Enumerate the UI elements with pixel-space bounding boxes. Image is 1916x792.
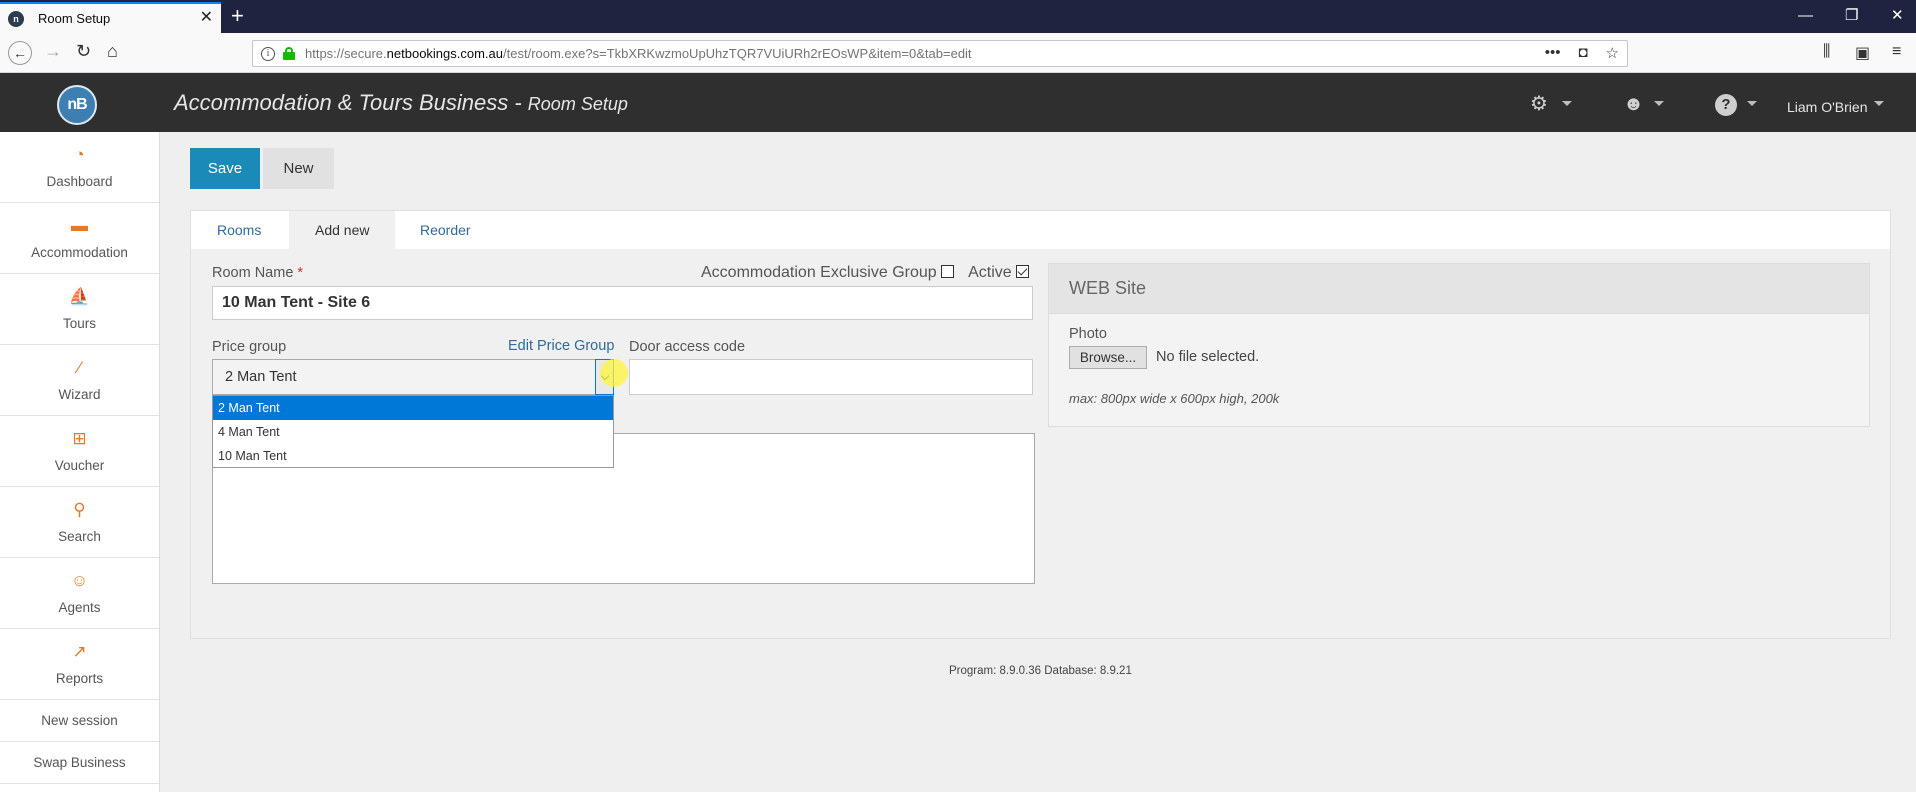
chevron-down-icon[interactable]	[1654, 101, 1664, 106]
new-button[interactable]: New	[263, 148, 334, 189]
pocket-icon[interactable]: ◘	[1578, 44, 1587, 62]
exclusive-group-label: Accommodation Exclusive Group	[701, 264, 937, 281]
bookmark-star-icon[interactable]: ☆	[1606, 44, 1619, 62]
page-name: Room Setup	[527, 94, 628, 114]
site-info-icon[interactable]: i	[261, 46, 275, 61]
door-access-label: Door access code	[629, 339, 746, 355]
sidebar-item-reports[interactable]: ↗ Reports	[0, 629, 159, 700]
browser-tab[interactable]: n Room Setup ✕	[0, 2, 221, 33]
dropdown-option[interactable]: 4 Man Tent	[213, 420, 613, 444]
price-group-label: Price group	[212, 339, 287, 355]
room-name-input[interactable]: 10 Man Tent - Site 6	[212, 286, 1033, 320]
help-icon[interactable]: ?	[1715, 94, 1737, 116]
active-checkbox[interactable]	[1015, 265, 1029, 278]
reload-icon[interactable]: ↻	[76, 41, 91, 61]
door-access-input[interactable]	[629, 359, 1033, 395]
tours-icon: ⛵	[68, 286, 91, 306]
url-bar[interactable]: i https://secure.netbookings.com.au/test…	[252, 40, 1628, 67]
magic-wand-icon: ⁄	[78, 357, 81, 377]
browse-button[interactable]: Browse...	[1069, 346, 1147, 369]
version-info: Program: 8.9.0.36 Database: 8.9.21	[949, 665, 1132, 677]
app-header: nB Accommodation & Tours Business - Room…	[0, 73, 1916, 132]
bed-icon: ▬	[71, 215, 88, 235]
sidebar-item-agents[interactable]: ☺ Agents	[0, 558, 159, 629]
sidebar-toggle-icon[interactable]: ▣	[1855, 43, 1870, 63]
price-group-select[interactable]: 2 Man Tent	[212, 359, 614, 395]
sidebar-item-dashboard[interactable]: ◔ Dashboard	[0, 132, 159, 203]
new-session-link[interactable]: New session	[0, 700, 159, 742]
menu-icon[interactable]: ≡	[1892, 43, 1901, 61]
chevron-down-icon[interactable]	[1562, 101, 1572, 106]
sidebar-item-accommodation[interactable]: ▬ Accommodation	[0, 203, 159, 274]
photo-label: Photo	[1069, 326, 1107, 342]
tab-strip: Rooms Add new Reorder	[191, 211, 1890, 249]
sidebar-item-tours[interactable]: ⛵ Tours	[0, 274, 159, 345]
chevron-down-icon[interactable]	[1747, 101, 1757, 106]
dropdown-option[interactable]: 2 Man Tent	[213, 396, 613, 420]
new-tab-icon[interactable]: +	[231, 4, 244, 28]
agent-icon: ☺	[70, 570, 89, 590]
no-file-text: No file selected.	[1156, 349, 1260, 365]
website-section: WEB Site Photo Browse... No file selecte…	[1048, 263, 1870, 427]
exclusive-group-checkbox[interactable]	[940, 265, 954, 278]
close-tab-icon[interactable]: ✕	[200, 10, 213, 26]
tab-add-new[interactable]: Add new	[289, 211, 396, 249]
swap-business-link[interactable]: Swap Business	[0, 742, 159, 784]
tab-reorder[interactable]: Reorder	[394, 211, 497, 249]
page-actions-icon[interactable]: •••	[1545, 44, 1561, 62]
search-icon: ⚲	[73, 499, 86, 519]
browser-tab-bar: n Room Setup ✕ + — ❐ ✕	[0, 0, 1916, 33]
minimize-window-icon[interactable]: —	[1798, 8, 1813, 24]
browser-tab-title: Room Setup	[38, 11, 111, 26]
active-label: Active	[968, 264, 1012, 281]
agent-icon[interactable]: ☻	[1623, 94, 1644, 114]
library-icon[interactable]: ⫼	[1823, 43, 1830, 61]
close-window-icon[interactable]: ✕	[1891, 8, 1904, 24]
sidebar-item-search[interactable]: ⚲ Search	[0, 487, 159, 558]
user-menu[interactable]: Liam O'Brien	[1787, 99, 1867, 115]
checkbox-row: Accommodation Exclusive Group Active	[701, 264, 1029, 282]
browser-nav-bar: ← → ↻ ⌂ i https://secure.netbookings.com…	[0, 33, 1916, 73]
sidebar-item-voucher[interactable]: ⊞ Voucher	[0, 416, 159, 487]
page-title: Accommodation & Tours Business - Room Se…	[174, 90, 628, 116]
room-name-label: Room Name *	[212, 265, 304, 281]
dropdown-option[interactable]: 10 Man Tent	[213, 444, 613, 468]
edit-price-group-link[interactable]: Edit Price Group	[508, 338, 614, 354]
restore-window-icon[interactable]: ❐	[1845, 8, 1858, 24]
business-name: Accommodation & Tours Business -	[174, 90, 522, 115]
favicon-icon: n	[8, 10, 24, 27]
settings-gear-icon[interactable]: ⚙	[1530, 94, 1548, 114]
save-button[interactable]: Save	[190, 148, 260, 189]
back-icon[interactable]: ←	[8, 41, 32, 65]
price-group-dropdown: 2 Man Tent 4 Man Tent 10 Man Tent	[212, 395, 614, 468]
forward-icon[interactable]: →	[44, 41, 62, 61]
gift-icon: ⊞	[72, 428, 87, 448]
chart-icon: ↗	[72, 641, 87, 661]
website-section-title: WEB Site	[1049, 264, 1869, 314]
price-group-selected-value: 2 Man Tent	[225, 369, 297, 385]
netbookings-logo[interactable]: nB	[57, 85, 97, 125]
sidebar-item-wizard[interactable]: ⁄ Wizard	[0, 345, 159, 416]
tab-rooms[interactable]: Rooms	[191, 211, 287, 249]
sidebar: ◔ Dashboard ▬ Accommodation ⛵ Tours ⁄ Wi…	[0, 132, 160, 792]
home-icon[interactable]: ⌂	[107, 41, 118, 61]
room-setup-panel: Rooms Add new Reorder Room Name * Accomm…	[190, 210, 1891, 639]
chevron-down-icon[interactable]	[1874, 101, 1884, 106]
lock-icon	[283, 47, 295, 60]
url-text[interactable]: https://secure.netbookings.com.au/test/r…	[305, 46, 972, 61]
dashboard-gauge-icon: ◔	[74, 144, 85, 164]
photo-size-hint: max: 800px wide x 600px high, 200k	[1069, 391, 1280, 406]
mouse-cursor-highlight	[600, 359, 628, 387]
required-marker: *	[297, 265, 304, 281]
